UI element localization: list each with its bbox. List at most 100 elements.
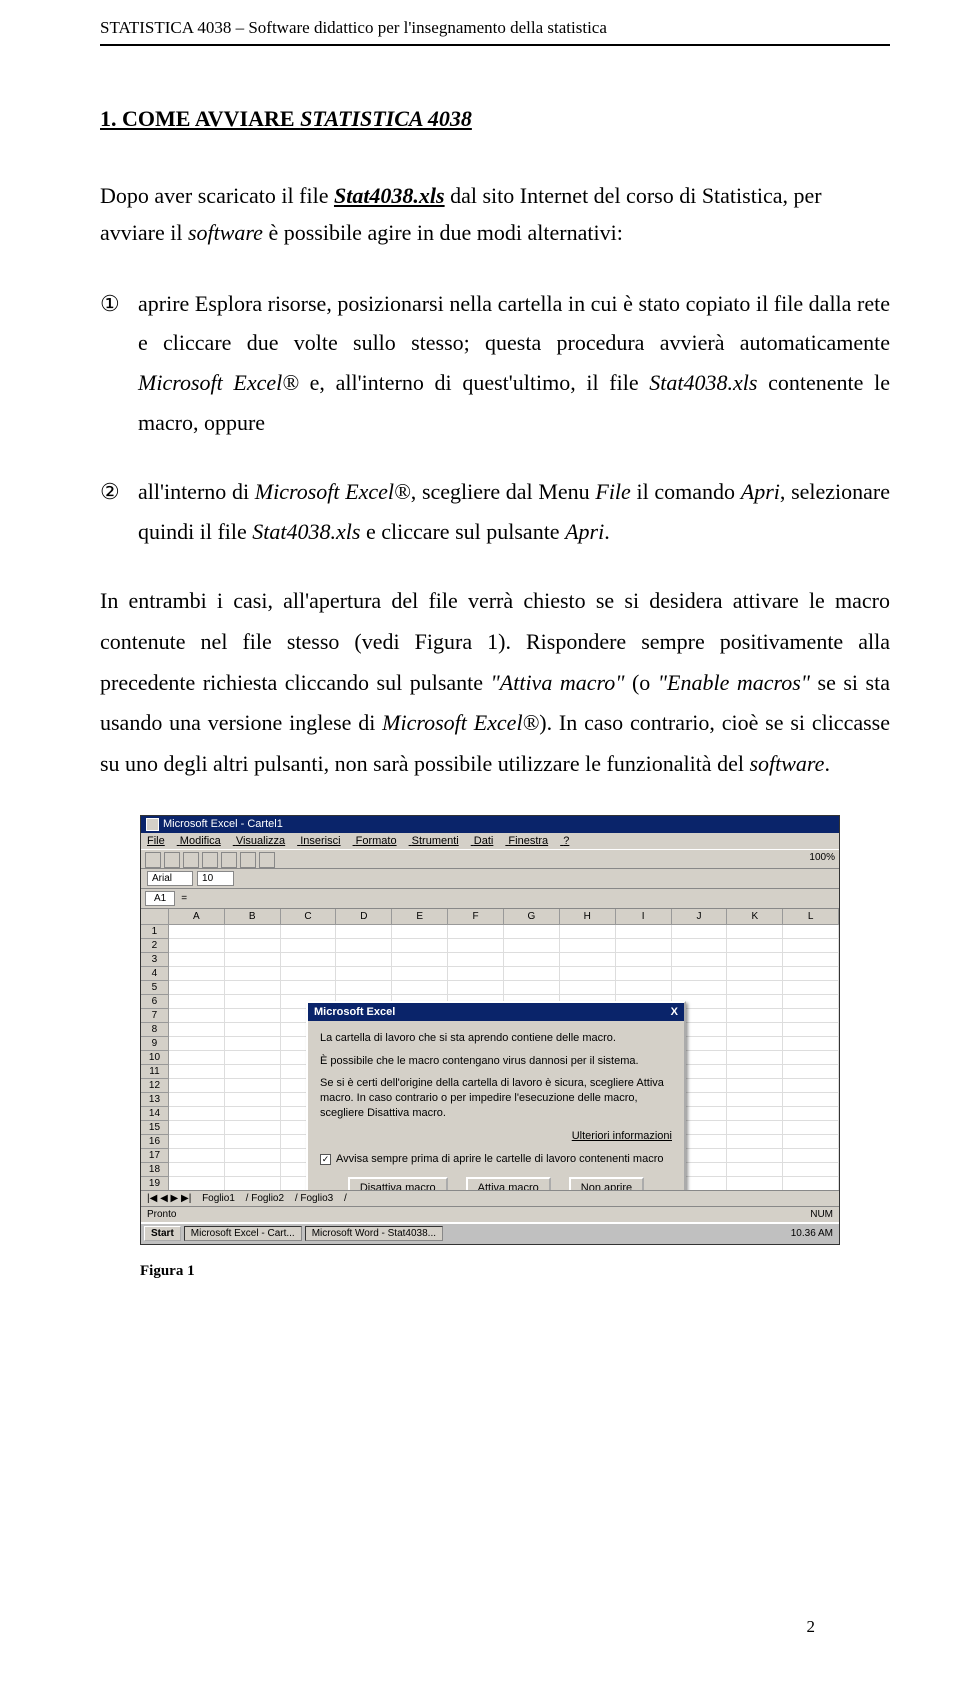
formatting-toolbar[interactable]: Arial 10: [141, 869, 839, 889]
enable-macros-button[interactable]: Attiva macro: [466, 1177, 551, 1190]
cell[interactable]: [560, 939, 616, 953]
cell[interactable]: [504, 953, 560, 967]
menu-inserisci[interactable]: Inserisci: [300, 835, 340, 847]
cell[interactable]: [727, 1037, 783, 1051]
cell[interactable]: [225, 1121, 281, 1135]
cell[interactable]: [783, 1121, 839, 1135]
row-header[interactable]: 5: [141, 981, 169, 995]
col-K[interactable]: K: [727, 909, 783, 924]
cell[interactable]: [169, 1093, 225, 1107]
cell[interactable]: [504, 925, 560, 939]
taskbar-item-word[interactable]: Microsoft Word - Stat4038...: [305, 1226, 443, 1241]
cell[interactable]: [281, 925, 337, 939]
cell[interactable]: [336, 967, 392, 981]
cell[interactable]: [336, 939, 392, 953]
cell[interactable]: [783, 1079, 839, 1093]
row-header[interactable]: 8: [141, 1023, 169, 1037]
cell[interactable]: [225, 1107, 281, 1121]
cell[interactable]: [169, 1023, 225, 1037]
tab-foglio3[interactable]: Foglio3: [300, 1193, 333, 1204]
cell[interactable]: [225, 1009, 281, 1023]
tab-foglio2[interactable]: Foglio2: [251, 1193, 284, 1204]
tb-print-icon[interactable]: [202, 852, 218, 868]
menu-finestra[interactable]: Finestra: [508, 835, 548, 847]
font-size-combo[interactable]: 10: [197, 871, 234, 886]
cell[interactable]: [727, 1163, 783, 1177]
cell[interactable]: [560, 925, 616, 939]
dialog-checkbox-row[interactable]: ✓ Avvisa sempre prima di aprire le carte…: [320, 1152, 672, 1167]
cell[interactable]: [169, 1149, 225, 1163]
col-B[interactable]: B: [225, 909, 281, 924]
cell[interactable]: [672, 981, 728, 995]
cell[interactable]: [783, 1065, 839, 1079]
cell[interactable]: [169, 1079, 225, 1093]
cell[interactable]: [392, 981, 448, 995]
cell[interactable]: [616, 953, 672, 967]
col-J[interactable]: J: [672, 909, 728, 924]
cell[interactable]: [392, 967, 448, 981]
cell[interactable]: [727, 1177, 783, 1190]
cell[interactable]: [783, 981, 839, 995]
row-header[interactable]: 19: [141, 1177, 169, 1190]
spreadsheet-grid[interactable]: A B C D E F G H I J K L 1234567891011121…: [141, 909, 839, 1190]
cell[interactable]: [448, 981, 504, 995]
cell[interactable]: [392, 925, 448, 939]
row-header[interactable]: 17: [141, 1149, 169, 1163]
cell[interactable]: [225, 1163, 281, 1177]
cell[interactable]: [392, 939, 448, 953]
cell[interactable]: [169, 1037, 225, 1051]
select-all-corner[interactable]: [141, 909, 169, 924]
cell[interactable]: [448, 939, 504, 953]
cell[interactable]: [225, 1149, 281, 1163]
cell[interactable]: [783, 925, 839, 939]
cell[interactable]: [783, 1177, 839, 1190]
cell[interactable]: [616, 925, 672, 939]
cell[interactable]: [225, 925, 281, 939]
cell[interactable]: [336, 953, 392, 967]
cell[interactable]: [727, 967, 783, 981]
cell[interactable]: [336, 925, 392, 939]
cell[interactable]: [169, 925, 225, 939]
col-L[interactable]: L: [783, 909, 839, 924]
row-header[interactable]: 12: [141, 1079, 169, 1093]
disable-macros-button[interactable]: Disattiva macro: [348, 1177, 448, 1190]
menu-file[interactable]: File: [147, 835, 165, 847]
tb-copy-icon[interactable]: [240, 852, 256, 868]
cell[interactable]: [783, 995, 839, 1009]
cell[interactable]: [225, 981, 281, 995]
cell[interactable]: [727, 1135, 783, 1149]
cell[interactable]: [169, 981, 225, 995]
cell[interactable]: [281, 981, 337, 995]
cell[interactable]: [783, 1037, 839, 1051]
cell[interactable]: [727, 1079, 783, 1093]
row-header[interactable]: 15: [141, 1121, 169, 1135]
cell[interactable]: [783, 939, 839, 953]
cell[interactable]: [169, 1121, 225, 1135]
row-header[interactable]: 2: [141, 939, 169, 953]
col-G[interactable]: G: [504, 909, 560, 924]
cell[interactable]: [169, 1065, 225, 1079]
row-header[interactable]: 9: [141, 1037, 169, 1051]
row-header[interactable]: 11: [141, 1065, 169, 1079]
cell[interactable]: [169, 1009, 225, 1023]
dont-open-button[interactable]: Non aprire: [569, 1177, 644, 1190]
cell[interactable]: [504, 939, 560, 953]
cell[interactable]: [783, 1149, 839, 1163]
namebox-row[interactable]: A1 =: [141, 889, 839, 909]
row-header[interactable]: 1: [141, 925, 169, 939]
cell[interactable]: [727, 925, 783, 939]
cell[interactable]: [783, 1135, 839, 1149]
cell[interactable]: [225, 1079, 281, 1093]
cell[interactable]: [727, 981, 783, 995]
cell[interactable]: [727, 1051, 783, 1065]
name-box[interactable]: A1: [145, 891, 175, 906]
cell[interactable]: [225, 939, 281, 953]
cell[interactable]: [616, 981, 672, 995]
more-info-link[interactable]: Ulteriori informazioni: [320, 1129, 672, 1144]
cell[interactable]: [727, 995, 783, 1009]
cell[interactable]: [281, 939, 337, 953]
cell[interactable]: [225, 1177, 281, 1190]
cell[interactable]: [783, 1009, 839, 1023]
cell[interactable]: [336, 981, 392, 995]
tb-new-icon[interactable]: [145, 852, 161, 868]
